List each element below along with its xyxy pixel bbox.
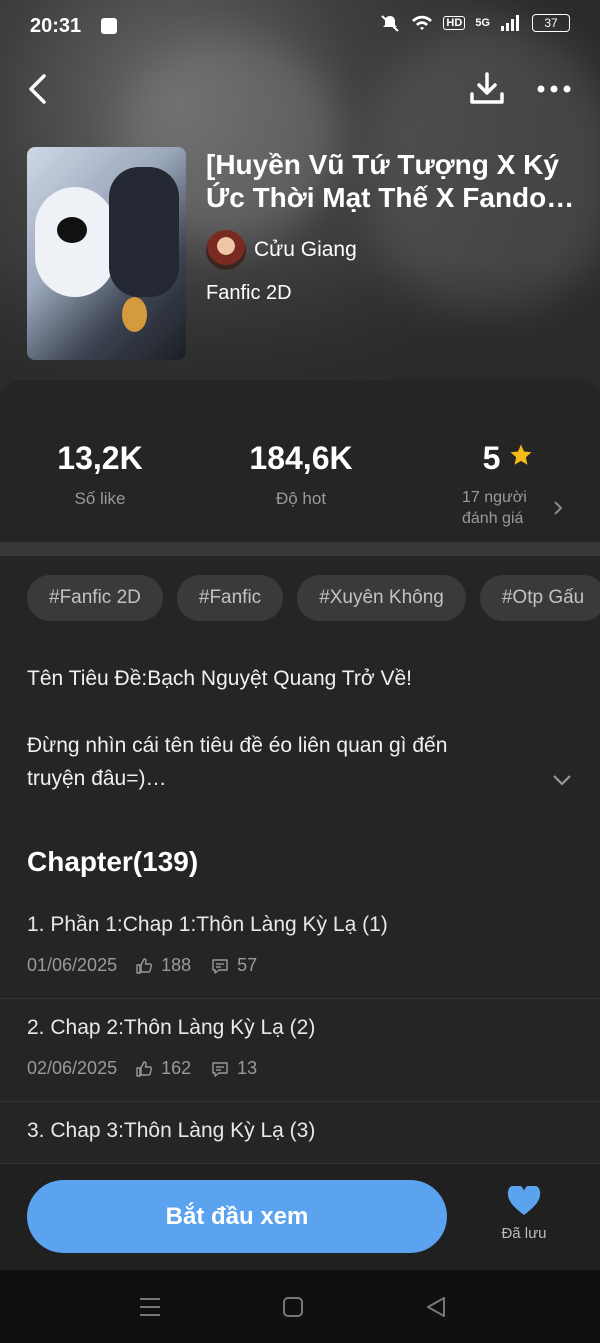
tag-chip[interactable]: #Fanfic 2D (27, 575, 163, 621)
status-icons: HD 5G 37 (379, 14, 570, 32)
rating-value: 5 (482, 440, 501, 476)
chapter-title: 1. Phần 1:Chap 1:Thôn Làng Kỳ Lạ (1) (27, 913, 388, 936)
stat-likes: 13,2K Số like (50, 440, 150, 509)
tag-list: #Fanfic 2D #Fanfic #Xuyên Không #Otp Gấu (27, 575, 600, 621)
book-cover[interactable] (27, 147, 186, 360)
author-avatar (206, 230, 246, 270)
chevron-right-icon (554, 501, 563, 515)
menu-icon[interactable] (138, 1296, 162, 1318)
saved-button[interactable]: Đã lưu (488, 1184, 560, 1242)
stat-hot: 184,6K Độ hot (236, 440, 366, 509)
thumbs-up-icon (136, 1060, 153, 1077)
saved-label: Đã lưu (501, 1225, 547, 1242)
mute-icon (381, 15, 400, 32)
cover-detail (122, 297, 147, 332)
tag-chip[interactable]: #Xuyên Không (297, 575, 466, 621)
system-nav-bar (0, 1270, 600, 1343)
thumbs-up-icon (136, 957, 153, 974)
more-options-icon[interactable] (536, 80, 572, 98)
chapter-likes: 188 (161, 955, 192, 975)
home-icon[interactable] (282, 1296, 304, 1318)
book-title-line: [Huyền Vũ Tứ Tượng X Ký (206, 149, 559, 180)
back-icon[interactable] (24, 72, 52, 106)
back-nav-icon[interactable] (425, 1296, 447, 1318)
chapter-heading: Chapter(139) (27, 846, 199, 877)
stats-row: 13,2K Số like 184,6K Độ hot 5 17 người đ… (0, 440, 600, 540)
cover-detail (57, 217, 87, 243)
hot-value: 184,6K (249, 440, 353, 476)
wifi-icon (412, 15, 433, 30)
chapter-meta: 02/06/2025 162 13 (27, 1058, 257, 1079)
chevron-down-icon[interactable] (550, 770, 574, 790)
tag-chip[interactable]: #Otp Gấu (479, 575, 600, 621)
rating-label: 17 người đánh giá (462, 487, 542, 529)
chapter-date: 01/06/2025 (27, 955, 118, 975)
chapter-title: 3. Chap 3:Thôn Làng Kỳ Lạ (3) (27, 1119, 316, 1142)
chapter-date: 02/06/2025 (27, 1058, 118, 1078)
download-icon[interactable] (468, 70, 506, 108)
chapter-row[interactable]: 2. Chap 2:Thôn Làng Kỳ Lạ (2) 02/06/2025… (0, 998, 600, 1102)
hot-label: Độ hot (275, 489, 327, 508)
hd-badge: HD (443, 16, 466, 30)
status-bar: 20:31 HD 5G 37 (0, 0, 600, 54)
likes-label: Số like (74, 489, 126, 508)
chapter-meta: 01/06/2025 188 57 (27, 955, 257, 976)
star-icon (510, 444, 532, 465)
section-divider (0, 542, 600, 556)
stat-rating[interactable]: 5 17 người đánh giá (448, 440, 568, 529)
status-time: 20:31 (30, 15, 82, 37)
start-reading-button[interactable]: Bắt đầu xem (27, 1180, 447, 1253)
chapter-comments: 13 (237, 1058, 258, 1078)
chapter-title: 2. Chap 2:Thôn Làng Kỳ Lạ (2) (27, 1016, 316, 1039)
battery-icon: 37 (532, 14, 570, 32)
chapter-comments: 57 (237, 955, 258, 975)
author-name: Cửu Giang (254, 238, 357, 261)
shop-icon (101, 18, 117, 34)
network-type: 5G (475, 17, 490, 29)
rating-value-row: 5 (448, 440, 568, 477)
chapter-likes: 162 (161, 1058, 192, 1078)
description-line: Tên Tiêu Đề:Bạch Nguyệt Quang Trở Về! (27, 667, 412, 690)
book-genre: Fanfic 2D (206, 282, 292, 304)
cover-figure (109, 167, 179, 297)
comment-icon (212, 1061, 228, 1077)
description[interactable]: Tên Tiêu Đề:Bạch Nguyệt Quang Trở Về! Đừ… (27, 662, 547, 795)
rating-label-line: đánh giá (462, 510, 524, 527)
likes-value: 13,2K (57, 440, 143, 476)
book-title-line: Ức Thời Mạt Thế X Fando… (206, 182, 575, 213)
signal-icon (501, 15, 519, 31)
tag-chip[interactable]: #Fanfic (176, 575, 284, 621)
author-link[interactable]: Cửu Giang (206, 230, 357, 270)
chapter-row[interactable]: 1. Phần 1:Chap 1:Thôn Làng Kỳ Lạ (1) 01/… (0, 895, 600, 999)
description-line: Đừng nhìn cái tên tiêu đề éo liên quan g… (27, 734, 448, 757)
description-line: truyện đâu=)… (27, 767, 167, 790)
book-title: [Huyền Vũ Tứ Tượng X Ký Ức Thời Mạt Thế … (206, 148, 576, 214)
heart-icon (507, 1184, 541, 1215)
rating-label-line: 17 người (462, 489, 527, 506)
comment-icon (212, 958, 228, 974)
